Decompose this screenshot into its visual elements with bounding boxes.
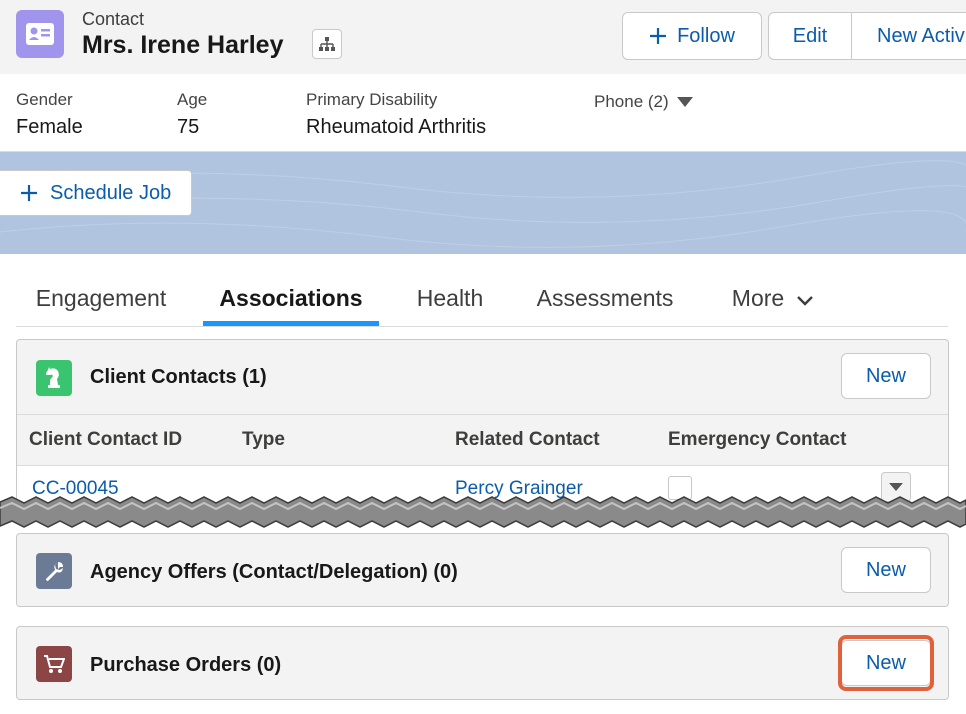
client-contacts-card: Client Contacts (1) New Client Contact I… (16, 339, 949, 519)
new-client-contact-button[interactable]: New (841, 353, 931, 399)
record-title: Mrs. Irene Harley (82, 31, 284, 59)
disability-value: Rheumatoid Arthritis (306, 116, 487, 138)
follow-label: Follow (677, 24, 735, 47)
edit-button[interactable]: Edit (768, 12, 852, 60)
tab-associations[interactable]: Associations (203, 273, 379, 327)
phone-label: Phone (2) (594, 92, 669, 111)
view-hierarchy-button[interactable] (312, 29, 342, 59)
wrench-icon (36, 553, 72, 589)
plus-icon (21, 185, 37, 201)
gender-label: Gender (16, 90, 73, 109)
contact-card-icon (16, 10, 64, 58)
follow-button[interactable]: Follow (622, 12, 762, 60)
gender-value: Female (16, 116, 83, 138)
torn-edge-divider (0, 496, 966, 528)
shopping-cart-icon (36, 646, 72, 682)
agency-offers-card: Agency Offers (Contact/Delegation) (0) N… (16, 533, 949, 607)
chevron-down-icon (797, 296, 814, 306)
client-contacts-table-header: Client Contact ID Type Related Contact E… (17, 414, 948, 466)
column-header-related[interactable]: Related Contact (455, 429, 600, 451)
tab-more-label: More (731, 285, 785, 311)
plus-icon (650, 28, 667, 44)
hierarchy-icon (319, 37, 335, 51)
tab-assessments[interactable]: Assessments (537, 273, 674, 327)
purchase-orders-title: Purchase Orders (0) (90, 654, 282, 676)
disability-field: Primary Disability Rheumatoid Arthritis (306, 90, 486, 139)
new-agency-offer-button[interactable]: New (841, 547, 931, 593)
tab-more[interactable]: More (728, 273, 818, 327)
chess-knight-icon (36, 360, 72, 396)
agency-offers-title: Agency Offers (Contact/Delegation) (0) (90, 561, 458, 583)
new-purchase-order-button[interactable]: New (841, 640, 931, 686)
chevron-down-icon (676, 97, 693, 107)
column-header-emergency[interactable]: Emergency Contact (668, 429, 846, 451)
age-field: Age 75 (177, 90, 207, 139)
tab-bar: Engagement Associations Health Assessmen… (16, 273, 948, 327)
age-value: 75 (177, 116, 200, 138)
tab-health[interactable]: Health (415, 273, 485, 327)
disability-label: Primary Disability (306, 90, 438, 109)
age-label: Age (177, 90, 208, 109)
chevron-down-icon (889, 483, 903, 491)
highlights-panel: Gender Female Age 75 Primary Disability … (0, 74, 966, 152)
gender-field: Gender Female (16, 90, 83, 139)
phone-dropdown[interactable]: Phone (2) (594, 92, 693, 112)
schedule-job-label: Schedule Job (50, 181, 172, 204)
object-type-label: Contact (82, 9, 145, 29)
active-tab-indicator (203, 321, 379, 326)
schedule-job-button[interactable]: Schedule Job (0, 170, 192, 216)
client-contacts-title: Client Contacts (1) (90, 366, 267, 388)
tab-engagement[interactable]: Engagement (34, 273, 168, 327)
record-header: Contact Mrs. Irene Harley Follow Edit Ne… (0, 0, 966, 74)
new-activity-button[interactable]: New Activi (852, 12, 966, 60)
column-header-type[interactable]: Type (242, 429, 285, 451)
header-actions: Follow Edit New Activi (622, 12, 966, 60)
purchase-orders-card: Purchase Orders (0) New (16, 626, 949, 700)
column-header-id[interactable]: Client Contact ID (29, 429, 182, 451)
